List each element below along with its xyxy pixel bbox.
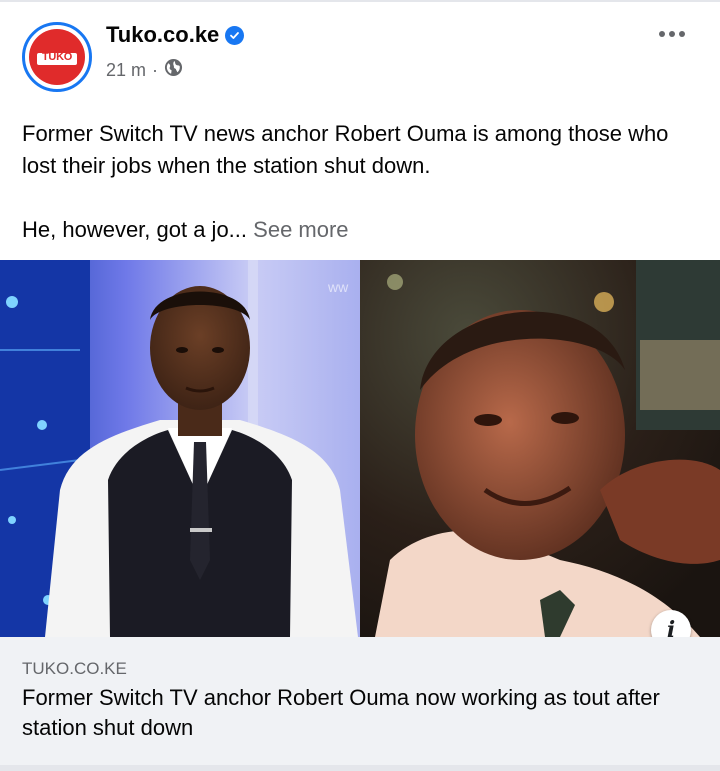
post-text: Former Switch TV news anchor Robert Ouma…: [22, 118, 702, 246]
page-name: Tuko.co.ke: [106, 22, 220, 47]
more-options-icon[interactable]: [652, 22, 692, 46]
post-image[interactable]: ww: [0, 260, 720, 637]
right-photo-bar: [360, 260, 720, 637]
meta-separator: ·: [152, 59, 159, 80]
left-photo-studio: ww: [0, 260, 360, 637]
verified-badge-icon: [225, 25, 245, 45]
bottom-divider: [0, 765, 720, 771]
post-timestamp[interactable]: 21 m: [106, 60, 146, 81]
link-domain: TUKO.CO.KE: [22, 659, 127, 678]
post-meta: 21 m ·: [106, 58, 183, 82]
globe-icon: [164, 58, 183, 82]
link-title: Former Switch TV anchor Robert Ouma now …: [22, 685, 660, 740]
see-more-link[interactable]: See more: [253, 217, 348, 242]
collage-image: ww: [0, 260, 720, 637]
tuko-logo: TUKO: [29, 29, 85, 85]
link-preview-card[interactable]: TUKO.CO.KE Former Switch TV anchor Rober…: [0, 637, 720, 765]
post-text-paragraph-1: Former Switch TV news anchor Robert Ouma…: [22, 121, 669, 178]
more-dot: [679, 31, 685, 37]
more-dot: [669, 31, 675, 37]
page-avatar[interactable]: TUKO: [22, 22, 92, 92]
post-text-paragraph-2: He, however, got a jo... See more: [22, 214, 702, 246]
image-watermark: ww: [327, 279, 349, 295]
more-dot: [659, 31, 665, 37]
top-divider: [0, 0, 720, 2]
post-text-truncated: He, however, got a jo...: [22, 217, 248, 242]
page-name-link[interactable]: Tuko.co.ke: [106, 22, 245, 48]
tuko-logo-text: TUKO: [42, 51, 72, 63]
